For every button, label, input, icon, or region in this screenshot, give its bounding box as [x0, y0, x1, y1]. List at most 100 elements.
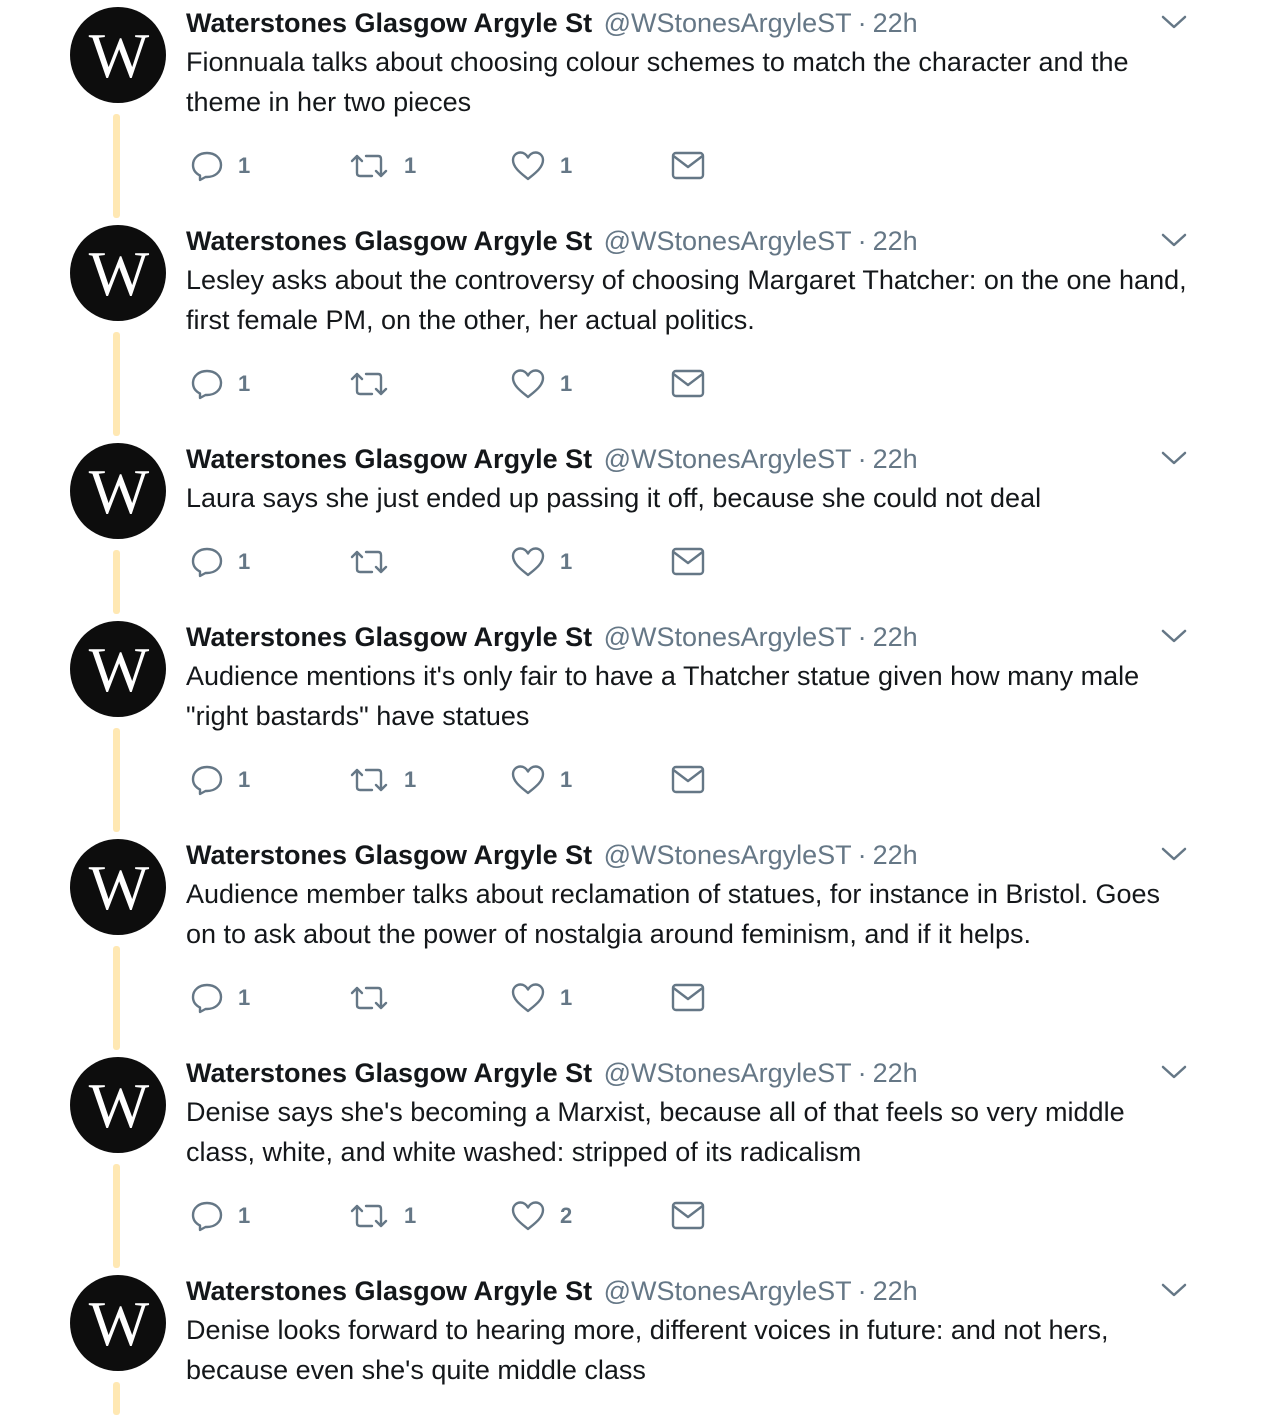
- retweet-icon: [350, 154, 388, 178]
- like-button[interactable]: 1: [510, 760, 572, 800]
- account-handle[interactable]: @WStonesArgyleST: [604, 622, 852, 652]
- account-name[interactable]: Waterstones Glasgow Argyle St: [186, 840, 592, 870]
- separator-dot: ·: [857, 1276, 867, 1306]
- thread-connector-line: [113, 114, 120, 218]
- direct-message-button[interactable]: [670, 542, 706, 582]
- account-handle[interactable]: @WStonesArgyleST: [604, 226, 852, 256]
- reply-count: 1: [238, 767, 251, 792]
- retweet-button[interactable]: 1: [348, 146, 416, 186]
- account-name[interactable]: Waterstones Glasgow Argyle St: [186, 1276, 592, 1306]
- retweet-count: 1: [404, 767, 417, 792]
- account-name[interactable]: Waterstones Glasgow Argyle St: [186, 8, 592, 38]
- avatar[interactable]: W: [70, 225, 166, 321]
- thread-connector-line: [113, 728, 120, 832]
- tweet[interactable]: W Waterstones Glasgow Argyle St @WStones…: [0, 832, 1264, 1050]
- reply-button[interactable]: 1: [190, 542, 250, 582]
- tweet-actions: 1 1: [186, 364, 746, 404]
- thread-connector-line: [113, 550, 120, 614]
- tweet[interactable]: W Waterstones Glasgow Argyle St @WStones…: [0, 0, 1264, 218]
- like-count: 1: [560, 767, 573, 792]
- like-count: 1: [560, 985, 573, 1010]
- reply-button[interactable]: 1: [190, 1196, 250, 1236]
- chevron-down-icon[interactable]: [1160, 626, 1188, 646]
- retweet-button[interactable]: [348, 364, 404, 404]
- chevron-down-icon[interactable]: [1160, 1280, 1188, 1300]
- heart-icon: [511, 1201, 545, 1231]
- like-button[interactable]: 2: [510, 1196, 572, 1236]
- reply-icon: [191, 983, 223, 1014]
- retweet-button[interactable]: 1: [348, 1196, 416, 1236]
- reply-button[interactable]: 1: [190, 978, 250, 1018]
- chevron-down-icon[interactable]: [1160, 844, 1188, 864]
- avatar[interactable]: W: [70, 621, 166, 717]
- heart-icon: [511, 765, 545, 795]
- account-handle[interactable]: @WStonesArgyleST: [604, 8, 852, 38]
- thread-connector-line: [113, 1382, 120, 1415]
- tweet-actions: 1 1: [186, 542, 746, 582]
- tweet-timestamp[interactable]: 22h: [873, 226, 918, 256]
- avatar[interactable]: W: [70, 1057, 166, 1153]
- retweet-button[interactable]: 1: [348, 760, 416, 800]
- tweet-timestamp[interactable]: 22h: [873, 622, 918, 652]
- account-handle[interactable]: @WStonesArgyleST: [604, 444, 852, 474]
- envelope-icon: [671, 1201, 705, 1230]
- account-name[interactable]: Waterstones Glasgow Argyle St: [186, 1058, 592, 1088]
- account-handle[interactable]: @WStonesArgyleST: [604, 1276, 852, 1306]
- like-button[interactable]: 1: [510, 542, 572, 582]
- tweet-timestamp[interactable]: 22h: [873, 1276, 918, 1306]
- reply-count: 1: [238, 985, 251, 1010]
- tweet-timestamp[interactable]: 22h: [873, 840, 918, 870]
- separator-dot: ·: [857, 8, 867, 38]
- avatar[interactable]: W: [70, 443, 166, 539]
- account-name[interactable]: Waterstones Glasgow Argyle St: [186, 444, 592, 474]
- chevron-down-icon[interactable]: [1160, 448, 1188, 468]
- tweet[interactable]: W Waterstones Glasgow Argyle St @WStones…: [0, 218, 1264, 436]
- direct-message-button[interactable]: [670, 760, 706, 800]
- direct-message-button[interactable]: [670, 1196, 706, 1236]
- tweet[interactable]: W Waterstones Glasgow Argyle St @WStones…: [0, 1268, 1264, 1415]
- reply-icon: [191, 151, 223, 182]
- tweet[interactable]: W Waterstones Glasgow Argyle St @WStones…: [0, 614, 1264, 832]
- account-handle[interactable]: @WStonesArgyleST: [604, 840, 852, 870]
- chevron-down-icon[interactable]: [1160, 1062, 1188, 1082]
- direct-message-button[interactable]: [670, 978, 706, 1018]
- avatar[interactable]: W: [70, 1275, 166, 1371]
- retweet-button[interactable]: [348, 978, 404, 1018]
- envelope-icon: [671, 983, 705, 1012]
- retweet-icon: [350, 550, 388, 574]
- direct-message-button[interactable]: [670, 146, 706, 186]
- like-button[interactable]: 1: [510, 146, 572, 186]
- like-count: 1: [560, 549, 573, 574]
- tweet[interactable]: W Waterstones Glasgow Argyle St @WStones…: [0, 1050, 1264, 1268]
- separator-dot: ·: [857, 226, 867, 256]
- like-button[interactable]: 1: [510, 978, 572, 1018]
- heart-icon: [511, 369, 545, 399]
- reply-button[interactable]: 1: [190, 146, 250, 186]
- tweet-timestamp[interactable]: 22h: [873, 1058, 918, 1088]
- reply-button[interactable]: 1: [190, 364, 250, 404]
- heart-icon: [511, 151, 545, 181]
- tweet-actions: 1 1: [186, 978, 746, 1018]
- avatar[interactable]: W: [70, 7, 166, 103]
- avatar[interactable]: W: [70, 839, 166, 935]
- retweet-icon: [350, 768, 388, 792]
- tweet-timestamp[interactable]: 22h: [873, 8, 918, 38]
- chevron-down-icon[interactable]: [1160, 230, 1188, 250]
- tweet-timestamp[interactable]: 22h: [873, 444, 918, 474]
- reply-button[interactable]: 1: [190, 760, 250, 800]
- separator-dot: ·: [857, 1058, 867, 1088]
- like-button[interactable]: 1: [510, 364, 572, 404]
- chevron-down-icon[interactable]: [1160, 12, 1188, 32]
- account-name[interactable]: Waterstones Glasgow Argyle St: [186, 226, 592, 256]
- tweet-header: Waterstones Glasgow Argyle St @WStonesAr…: [186, 1271, 918, 1311]
- reply-count: 1: [238, 371, 251, 396]
- tweet-text: Denise looks forward to hearing more, di…: [186, 1315, 1109, 1385]
- account-name[interactable]: Waterstones Glasgow Argyle St: [186, 622, 592, 652]
- envelope-icon: [671, 765, 705, 794]
- separator-dot: ·: [857, 840, 867, 870]
- envelope-icon: [671, 369, 705, 398]
- retweet-button[interactable]: [348, 542, 404, 582]
- account-handle[interactable]: @WStonesArgyleST: [604, 1058, 852, 1088]
- direct-message-button[interactable]: [670, 364, 706, 404]
- retweet-count: 1: [404, 1203, 417, 1228]
